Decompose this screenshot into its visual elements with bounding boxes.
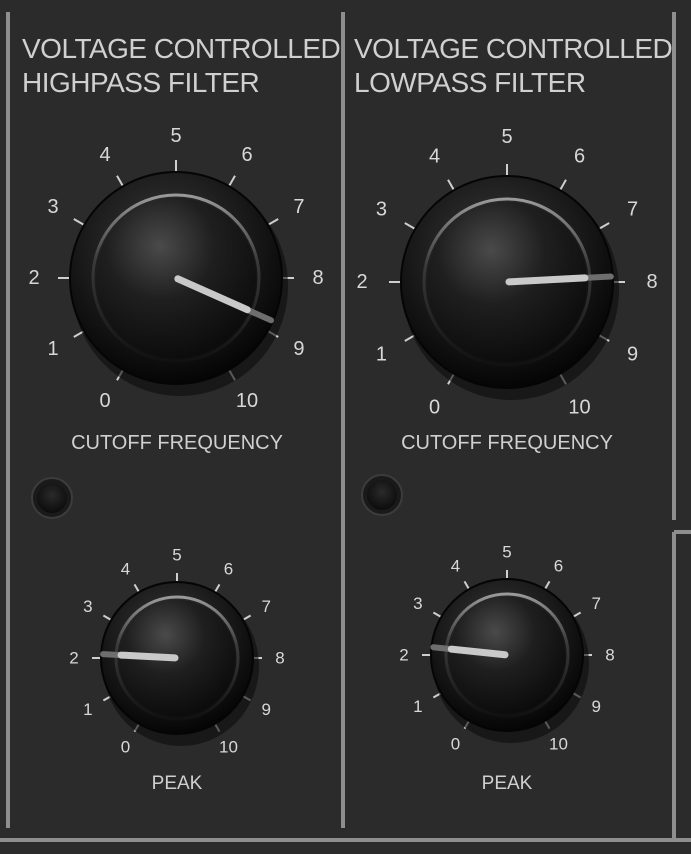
highpass-peak-knob-scale-6: 6 (224, 559, 233, 578)
highpass-cutoff-label: CUTOFF FREQUENCY (71, 432, 283, 454)
highpass-cutoff-knob-scale-3: 3 (47, 196, 58, 218)
panel-background (0, 0, 691, 854)
lowpass-cutoff-label: CUTOFF FREQUENCY (401, 432, 613, 454)
lowpass-cutoff-knob-scale-2: 2 (356, 271, 367, 293)
lowpass-peak-knob-scale-2: 2 (399, 646, 408, 665)
highpass-cutoff-knob-scale-6: 6 (241, 144, 252, 166)
highpass-peak-label: PEAK (152, 773, 203, 794)
lowpass-cutoff-knob-scale-9: 9 (627, 344, 638, 366)
lowpass-cutoff-knob-scale-4: 4 (429, 145, 440, 167)
highpass-peak-knob-scale-0: 0 (121, 738, 130, 757)
lowpass-peak-knob-scale-8: 8 (605, 646, 614, 665)
synth-panel: VOLTAGE CONTROLLED HIGHPASS FILTER VOLTA… (0, 0, 691, 854)
highpass-peak-knob-scale-2: 2 (69, 649, 78, 668)
highpass-cutoff-knob-scale-4: 4 (99, 144, 110, 166)
lowpass-cutoff-knob-scale-1: 1 (376, 344, 387, 366)
lowpass-peak-knob-scale-5: 5 (502, 543, 511, 562)
highpass-peak-knob-scale-9: 9 (261, 700, 270, 719)
highpass-peak-knob-scale-8: 8 (275, 649, 284, 668)
lowpass-peak-knob-scale-3: 3 (413, 594, 422, 613)
lowpass-cutoff-knob-scale-3: 3 (376, 199, 387, 221)
lowpass-title-line1: VOLTAGE CONTROLLED (354, 33, 672, 64)
lowpass-cutoff-knob-scale-6: 6 (574, 145, 585, 167)
highpass-cutoff-knob-scale-5: 5 (170, 125, 181, 147)
lowpass-peak-knob-scale-10: 10 (549, 735, 568, 754)
lowpass-peak-knob-scale-4: 4 (451, 556, 460, 575)
highpass-title-line1: VOLTAGE CONTROLLED (22, 33, 340, 64)
highpass-cutoff-knob-scale-2: 2 (28, 267, 39, 289)
lowpass-peak-knob-scale-1: 1 (413, 697, 422, 716)
highpass-title-line2: HIGHPASS FILTER (22, 67, 259, 98)
lowpass-peak-label: PEAK (482, 773, 533, 794)
lowpass-cutoff-knob-scale-5: 5 (501, 126, 512, 148)
highpass-cutoff-knob-scale-8: 8 (312, 267, 323, 289)
highpass-cutoff-knob-scale-9: 9 (293, 338, 304, 360)
highpass-input-jack[interactable] (31, 477, 73, 519)
lowpass-cutoff-knob-scale-0: 0 (429, 397, 440, 419)
highpass-peak-knob-scale-7: 7 (261, 597, 270, 616)
highpass-cutoff-knob-scale-0: 0 (99, 390, 110, 412)
highpass-peak-knob-scale-3: 3 (83, 597, 92, 616)
lowpass-title-line2: LOWPASS FILTER (354, 67, 586, 98)
highpass-cutoff-knob-scale-1: 1 (47, 338, 58, 360)
highpass-peak-knob-scale-5: 5 (172, 546, 181, 565)
highpass-peak-knob-scale-1: 1 (83, 700, 92, 719)
highpass-peak-knob-indicator (117, 651, 179, 662)
lowpass-peak-knob-scale-6: 6 (554, 556, 563, 575)
lowpass-cutoff-knob-scale-10: 10 (568, 397, 590, 419)
highpass-cutoff-knob-scale-10: 10 (236, 390, 258, 412)
lowpass-cutoff-knob-scale-7: 7 (627, 199, 638, 221)
lowpass-input-jack[interactable] (361, 474, 403, 516)
lowpass-peak-knob-scale-0: 0 (451, 735, 460, 754)
lowpass-cutoff-knob-scale-8: 8 (646, 271, 657, 293)
lowpass-peak-knob-scale-9: 9 (591, 697, 600, 716)
lowpass-peak-knob-scale-7: 7 (591, 594, 600, 613)
highpass-cutoff-knob-scale-7: 7 (293, 196, 304, 218)
highpass-peak-knob-scale-4: 4 (121, 559, 130, 578)
lowpass-cutoff-knob-indicator-skirt (581, 273, 614, 281)
lowpass-cutoff-knob-indicator (505, 274, 589, 286)
highpass-peak-knob-scale-10: 10 (219, 738, 238, 757)
